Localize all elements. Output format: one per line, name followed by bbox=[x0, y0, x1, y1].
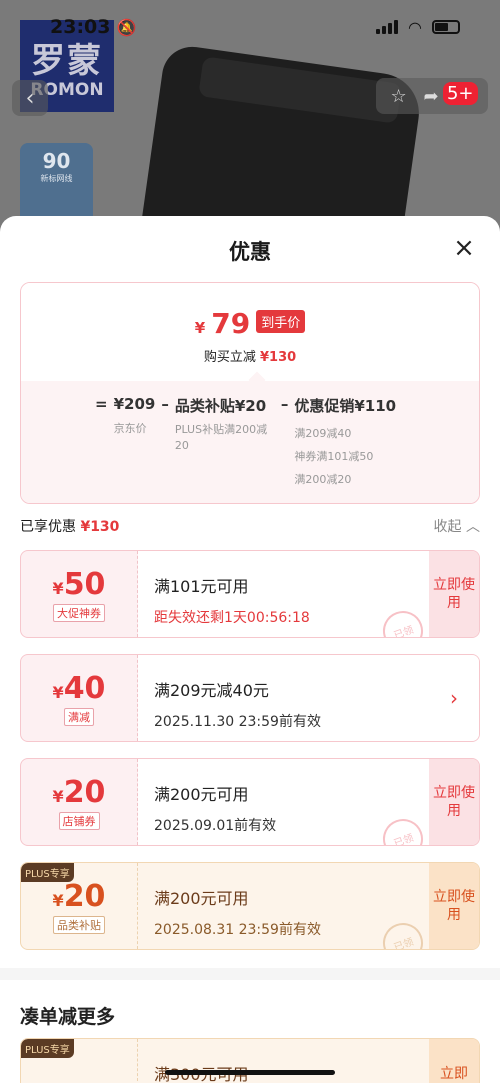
use-now-button[interactable]: 立即使用 bbox=[429, 863, 479, 949]
final-price-value: 79 bbox=[211, 307, 251, 340]
star-icon[interactable]: ☆ bbox=[390, 86, 406, 107]
enjoyed-label: 已享优惠 bbox=[20, 519, 76, 535]
chevron-left-icon: ‹ bbox=[25, 85, 35, 111]
coupon-card[interactable]: ¥20 店铺券 满200元可用 2025.09.01前有效 已领 立即使用 bbox=[20, 758, 480, 846]
badge-text: 新标网线 bbox=[40, 174, 73, 183]
status-bar: 23:03 🔕 ◠ bbox=[0, 0, 500, 54]
home-indicator[interactable] bbox=[165, 1070, 335, 1075]
category-subsidy-detail: PLUS补贴满200减20 bbox=[174, 423, 268, 452]
more-badge: 5+ bbox=[442, 81, 478, 105]
coupon-card[interactable]: ¥50 大促神券 满101元可用 距失效还剩1天00:56:18 已领 立即使用 bbox=[20, 550, 480, 638]
wifi-icon: ◠ bbox=[408, 17, 422, 37]
minus-sign: – bbox=[280, 395, 289, 413]
use-now-button[interactable]: 立即 bbox=[429, 1039, 479, 1083]
coupon-title: 满209元减40元 bbox=[154, 681, 269, 700]
chevron-right-icon[interactable]: › bbox=[429, 655, 479, 741]
promo-total: 优惠促销¥110 bbox=[294, 397, 397, 415]
jd-price: ¥209 bbox=[113, 395, 156, 413]
silent-bell-icon: 🔕 bbox=[116, 17, 137, 37]
use-now-button[interactable]: 立即使用 bbox=[429, 759, 479, 845]
coupon-tag: 大促神券 bbox=[53, 603, 105, 622]
badge-number: 90 bbox=[42, 149, 71, 173]
plus-exclusive-tag: PLUS专享 bbox=[21, 863, 74, 882]
coupon-card[interactable]: PLUS专享 ¥20 品类补贴 满200元可用 2025.08.31 23:59… bbox=[20, 862, 480, 950]
category-subsidy: 品类补贴¥20 bbox=[174, 397, 267, 415]
share-icon[interactable]: ➦ bbox=[424, 86, 439, 107]
more-section-title: 凑单减更多 bbox=[20, 1006, 116, 1028]
signal-icon bbox=[376, 20, 399, 34]
coupon-value: 20 bbox=[63, 774, 106, 810]
save-label: 购买立减 bbox=[203, 350, 256, 365]
collapse-button[interactable]: 收起 ︿ bbox=[434, 516, 480, 536]
close-icon: × bbox=[453, 233, 475, 263]
coupon-title: 满200元可用 bbox=[154, 785, 249, 804]
battery-icon bbox=[432, 20, 460, 34]
coupon-title: 满101元可用 bbox=[154, 577, 249, 596]
coupon-value: 40 bbox=[63, 670, 106, 706]
promo-detail: 满209减40 bbox=[294, 427, 352, 440]
discount-sheet: 优惠 × ¥ 79 到手价 购买立减 ¥130 = ¥209 京东价 – 品类补… bbox=[0, 216, 500, 1083]
top-action-bar: ☆ ➦ ⋯5+ bbox=[376, 78, 488, 114]
promo-detail: 神券满101减50 bbox=[294, 450, 374, 463]
coupon-title: 满200元可用 bbox=[154, 889, 249, 908]
more-icon[interactable]: ⋯5+ bbox=[442, 81, 478, 107]
coupon-tag: 满减 bbox=[64, 707, 94, 726]
coupon-value: 50 bbox=[63, 566, 106, 602]
coupon-value: 20 bbox=[63, 878, 106, 914]
price-summary-card: ¥ 79 到手价 购买立减 ¥130 = ¥209 京东价 – 品类补贴¥20 … bbox=[20, 282, 480, 504]
equals-sign: = bbox=[95, 395, 108, 413]
coupon-yen: ¥ bbox=[52, 786, 64, 806]
coupon-tag: 品类补贴 bbox=[53, 915, 105, 934]
coupon-yen: ¥ bbox=[52, 682, 64, 702]
coupon-card[interactable]: ¥40 满减 满209元减40元 2025.11.30 23:59前有效 › bbox=[20, 654, 480, 742]
status-time: 23:03 bbox=[50, 16, 111, 38]
sheet-title: 优惠 bbox=[229, 240, 271, 264]
save-amount: ¥130 bbox=[259, 350, 297, 365]
close-button[interactable]: × bbox=[451, 235, 477, 261]
coupon-yen: ¥ bbox=[52, 890, 64, 910]
coupon-validity: 2025.11.30 23:59前有效 bbox=[154, 714, 321, 730]
final-price-tag: 到手价 bbox=[256, 310, 306, 333]
coupon-tag: 店铺券 bbox=[58, 811, 100, 830]
final-price-yen: ¥ bbox=[194, 319, 206, 337]
product-badge: 90 新标网线 bbox=[20, 143, 93, 223]
coupon-yen: ¥ bbox=[52, 578, 64, 598]
section-divider bbox=[0, 968, 500, 980]
promo-detail: 满200减20 bbox=[294, 473, 352, 486]
plus-exclusive-tag: PLUS专享 bbox=[21, 1039, 74, 1058]
enjoyed-amount: ¥130 bbox=[80, 519, 120, 535]
minus-sign: – bbox=[161, 395, 169, 413]
coupon-value: 50 bbox=[64, 1080, 106, 1083]
jd-price-label: 京东价 bbox=[113, 422, 147, 435]
enjoyed-discount-row: 已享优惠 ¥130 收起 ︿ bbox=[20, 516, 480, 536]
coupon-card[interactable]: PLUS专享 ¥50 满300元可用 立即 bbox=[20, 1038, 480, 1083]
back-button[interactable]: ‹ bbox=[12, 80, 48, 116]
use-now-button[interactable]: 立即使用 bbox=[429, 551, 479, 637]
